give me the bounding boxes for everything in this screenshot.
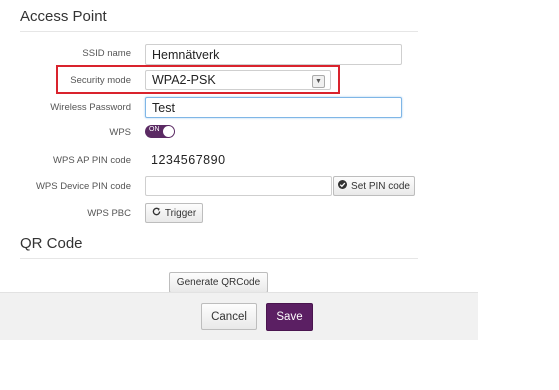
security-mode-select[interactable]: WPA2-PSK ▼ xyxy=(145,70,331,90)
section-title-qr-code: QR Code xyxy=(20,235,83,252)
wps-ap-pin-label: WPS AP PIN code xyxy=(53,155,131,166)
section-divider xyxy=(20,31,418,32)
set-pin-code-label: Set PIN code xyxy=(351,180,410,192)
wireless-password-value: Test xyxy=(152,100,175,115)
section-title-access-point: Access Point xyxy=(20,8,107,25)
chevron-down-icon[interactable]: ▼ xyxy=(312,75,325,88)
wps-pbc-label: WPS PBC xyxy=(87,208,131,219)
security-mode-label: Security mode xyxy=(70,75,131,86)
check-circle-icon xyxy=(338,180,348,192)
section-divider xyxy=(20,258,418,259)
save-label: Save xyxy=(276,311,303,323)
generate-qrcode-button[interactable]: Generate QRCode xyxy=(169,272,268,293)
wps-device-pin-input[interactable] xyxy=(145,176,332,196)
wps-toggle[interactable]: ON xyxy=(145,125,175,138)
ssid-label: SSID name xyxy=(82,48,131,59)
wireless-password-input[interactable]: Test xyxy=(145,97,402,118)
trigger-button[interactable]: Trigger xyxy=(145,203,203,223)
ssid-value: Hemnätverk xyxy=(152,47,220,62)
wps-label: WPS xyxy=(109,127,131,138)
generate-qrcode-label: Generate QRCode xyxy=(176,277,261,288)
security-mode-value: WPA2-PSK xyxy=(152,73,216,87)
refresh-icon xyxy=(152,207,161,219)
save-button[interactable]: Save xyxy=(266,303,313,331)
toggle-knob xyxy=(163,126,174,137)
cancel-label: Cancel xyxy=(211,310,247,323)
wps-toggle-label: ON xyxy=(149,126,160,133)
ssid-input[interactable]: Hemnätverk xyxy=(145,44,402,65)
trigger-label: Trigger xyxy=(164,207,197,219)
cancel-button[interactable]: Cancel xyxy=(201,303,257,330)
wps-ap-pin-value: 1234567890 xyxy=(151,153,226,167)
wps-device-pin-label: WPS Device PIN code xyxy=(35,181,131,192)
set-pin-code-button[interactable]: Set PIN code xyxy=(333,176,415,196)
wireless-password-label: Wireless Password xyxy=(50,102,131,113)
